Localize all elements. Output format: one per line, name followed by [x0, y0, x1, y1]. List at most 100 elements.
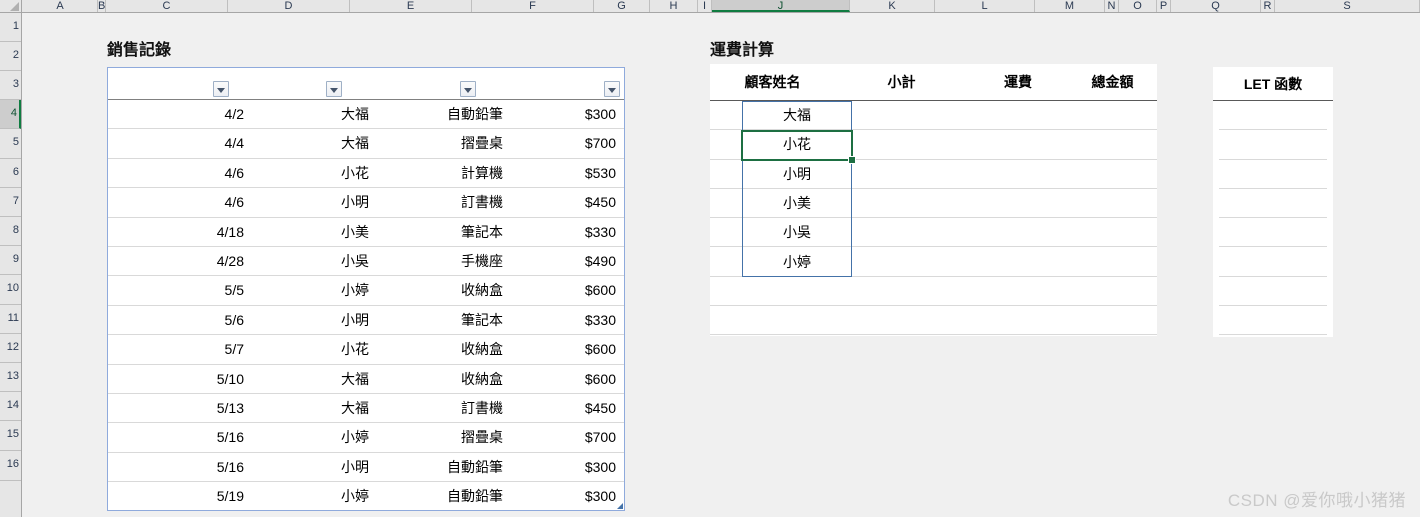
table-row[interactable]: 4/18 小美 筆記本 $330	[108, 218, 624, 247]
cell-date[interactable]: 5/7	[108, 335, 252, 364]
let-empty-row[interactable]	[1219, 101, 1327, 131]
cell-item[interactable]: 收納盒	[377, 335, 511, 364]
cell-date[interactable]: 5/19	[108, 482, 252, 511]
column-header-r[interactable]: R	[1261, 0, 1275, 12]
cell-item[interactable]: 收納盒	[377, 276, 511, 305]
select-all-corner[interactable]	[0, 0, 22, 12]
row-header-6[interactable]: 6	[0, 159, 21, 188]
table-row[interactable]: 4/2 大福 自動鉛筆 $300	[108, 100, 624, 130]
cell-date[interactable]: 4/4	[108, 129, 252, 158]
cell-amount[interactable]: $600	[511, 335, 624, 364]
cell-amount[interactable]: $300	[511, 453, 624, 482]
cell-customer[interactable]: 小美	[252, 218, 377, 247]
row-header-7[interactable]: 7	[0, 188, 21, 217]
cell-item[interactable]: 摺疊桌	[377, 129, 511, 158]
shipping-calc-table[interactable]: 顧客姓名 小計 運費 總金額 大福 小花 小明 小美 小吳 小婷	[710, 64, 1157, 336]
column-header-d[interactable]: D	[228, 0, 350, 12]
cell-customer-name[interactable]: 小明	[742, 160, 852, 188]
cell-customer[interactable]: 大福	[252, 365, 377, 394]
column-header-p[interactable]: P	[1157, 0, 1171, 12]
cell-customer[interactable]: 小婷	[252, 276, 377, 305]
column-header-h[interactable]: H	[650, 0, 698, 12]
cell-item[interactable]: 筆記本	[377, 306, 511, 335]
cell-item[interactable]: 自動鉛筆	[377, 482, 511, 511]
table-row[interactable]: 5/5 小婷 收納盒 $600	[108, 276, 624, 306]
let-empty-row[interactable]	[1219, 277, 1327, 307]
cell-customer[interactable]: 大福	[252, 394, 377, 423]
column-header-m[interactable]: M	[1035, 0, 1105, 12]
list-item[interactable]	[710, 306, 1157, 336]
cell-customer[interactable]: 小明	[252, 188, 377, 217]
cell-date[interactable]: 4/6	[108, 159, 252, 188]
column-header-e[interactable]: E	[350, 0, 472, 12]
list-item[interactable]: 大福	[710, 101, 1157, 131]
let-empty-row[interactable]	[1219, 306, 1327, 336]
cell-customer-name[interactable]: 小花	[742, 130, 852, 158]
let-function-table[interactable]: LET 函數	[1213, 67, 1333, 337]
table-row[interactable]: 4/4 大福 摺疊桌 $700	[108, 129, 624, 159]
column-header-k[interactable]: K	[850, 0, 935, 12]
fill-handle[interactable]	[848, 156, 856, 164]
cell-date[interactable]: 4/6	[108, 188, 252, 217]
row-header-13[interactable]: 13	[0, 363, 21, 392]
let-empty-row[interactable]	[1219, 218, 1327, 248]
cell-customer[interactable]: 小花	[252, 159, 377, 188]
cell-amount[interactable]: $450	[511, 394, 624, 423]
filter-dropdown-button-4[interactable]	[604, 81, 620, 97]
cell-date[interactable]: 4/28	[108, 247, 252, 276]
cell-item[interactable]: 筆記本	[377, 218, 511, 247]
cell-amount[interactable]: $600	[511, 276, 624, 305]
table-row[interactable]: 5/13 大福 訂書機 $450	[108, 394, 624, 424]
row-header-11[interactable]: 11	[0, 305, 21, 334]
list-item[interactable]: 小吳	[710, 218, 1157, 248]
filter-dropdown-button-1[interactable]	[213, 81, 229, 97]
cell-date[interactable]: 5/6	[108, 306, 252, 335]
cell-amount[interactable]: $450	[511, 188, 624, 217]
filter-dropdown-button-2[interactable]	[326, 81, 342, 97]
cell-date[interactable]: 4/18	[108, 218, 252, 247]
column-header-o[interactable]: O	[1119, 0, 1157, 12]
table-row[interactable]: 5/6 小明 筆記本 $330	[108, 306, 624, 336]
list-item[interactable]: 小美	[710, 189, 1157, 219]
cell-date[interactable]: 5/16	[108, 453, 252, 482]
cell-customer-name[interactable]: 小美	[742, 189, 852, 217]
cell-date[interactable]: 4/2	[108, 100, 252, 129]
cell-amount[interactable]: $330	[511, 218, 624, 247]
row-header-10[interactable]: 10	[0, 275, 21, 305]
cell-customer[interactable]: 小吳	[252, 247, 377, 276]
column-header-a[interactable]: A	[23, 0, 98, 12]
row-header-15[interactable]: 15	[0, 421, 21, 451]
cell-item[interactable]: 計算機	[377, 159, 511, 188]
cell-amount[interactable]: $530	[511, 159, 624, 188]
cell-item[interactable]: 訂書機	[377, 394, 511, 423]
let-empty-row[interactable]	[1219, 130, 1327, 160]
cell-customer[interactable]: 小明	[252, 453, 377, 482]
column-header-g[interactable]: G	[594, 0, 650, 12]
row-header-2[interactable]: 2	[0, 42, 21, 71]
cell-amount[interactable]: $490	[511, 247, 624, 276]
sales-records-table[interactable]: 4/2 大福 自動鉛筆 $300 4/4 大福 摺疊桌 $700 4/6 小花 計算機 $530 4/6…	[107, 67, 625, 511]
list-item[interactable]: 小花	[710, 130, 1157, 160]
column-header-n[interactable]: N	[1105, 0, 1119, 12]
table-row[interactable]: 5/7 小花 收納盒 $600	[108, 335, 624, 365]
row-header-14[interactable]: 14	[0, 392, 21, 421]
cell-customer-name[interactable]: 小婷	[742, 248, 852, 276]
cell-customer[interactable]: 大福	[252, 129, 377, 158]
cell-amount[interactable]: $700	[511, 129, 624, 158]
table-row[interactable]: 4/28 小吳 手機座 $490	[108, 247, 624, 277]
row-header-5[interactable]: 5	[0, 129, 21, 159]
table-row[interactable]: 5/19 小婷 自動鉛筆 $300	[108, 482, 624, 511]
cell-date[interactable]: 5/13	[108, 394, 252, 423]
column-header-i[interactable]: I	[698, 0, 712, 12]
cell-customer-name[interactable]: 小吳	[742, 218, 852, 246]
filter-dropdown-button-3[interactable]	[460, 81, 476, 97]
cell-date[interactable]: 5/16	[108, 423, 252, 452]
cell-customer[interactable]: 大福	[252, 100, 377, 129]
table-resize-handle[interactable]	[617, 503, 623, 509]
column-header-c[interactable]: C	[106, 0, 228, 12]
cell-item[interactable]: 自動鉛筆	[377, 100, 511, 129]
row-header-4[interactable]: 4	[0, 100, 21, 129]
table-row[interactable]: 5/16 小明 自動鉛筆 $300	[108, 453, 624, 483]
column-header-b[interactable]: B	[98, 0, 106, 12]
cell-customer[interactable]: 小花	[252, 335, 377, 364]
